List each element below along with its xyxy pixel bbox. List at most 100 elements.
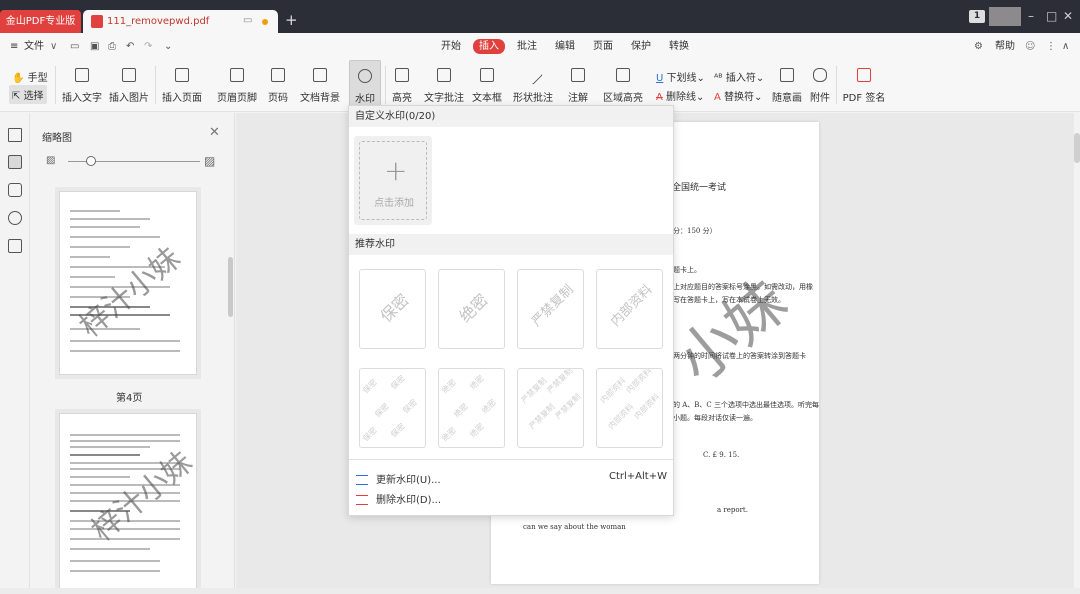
- insert-page-button[interactable]: 插入页面: [160, 60, 204, 108]
- preset-no-copy[interactable]: 严禁复制: [517, 269, 584, 349]
- new-tab-button[interactable]: +: [285, 10, 298, 31]
- strikethrough-button[interactable]: A 删除线⌄: [656, 88, 704, 103]
- customize-icon[interactable]: ⌄: [164, 33, 172, 60]
- hand-tool[interactable]: ✋ 手型: [12, 69, 48, 84]
- area-highlight-button[interactable]: 区域高亮: [600, 60, 646, 108]
- more-icon[interactable]: ⋮: [1046, 33, 1056, 60]
- comment-icon[interactable]: [8, 183, 22, 197]
- preset-top-secret[interactable]: 绝密: [438, 269, 505, 349]
- bookmark-icon[interactable]: [8, 128, 22, 142]
- save-icon[interactable]: ▣: [90, 33, 99, 60]
- signature-panel-icon[interactable]: [8, 239, 22, 253]
- insert-caret-button[interactable]: ᴬᴮ 插入符⌄: [714, 69, 764, 84]
- tile-text: 内部资料: [624, 368, 654, 395]
- insert-text-button[interactable]: 插入文字: [61, 60, 103, 108]
- document-tab[interactable]: 111_removepwd.pdf ▭: [83, 10, 278, 33]
- attachment-panel-icon[interactable]: [8, 211, 22, 225]
- help-menu[interactable]: 帮助: [995, 33, 1015, 60]
- page-thumbnail[interactable]: 梓汁小妹: [59, 413, 199, 593]
- maximize-icon[interactable]: □: [1046, 9, 1057, 23]
- preset-text: 严禁复制: [529, 282, 577, 330]
- document-tab-title: 111_removepwd.pdf: [107, 16, 210, 27]
- avatar[interactable]: [989, 7, 1021, 26]
- select-tool[interactable]: ⇱ 选择: [9, 85, 47, 104]
- underline-icon: U: [656, 73, 664, 84]
- strikethrough-label: 删除线: [666, 92, 697, 103]
- tile-text: 保密: [361, 377, 379, 396]
- shape-comment-button[interactable]: 形状批注: [510, 60, 556, 108]
- tile-text: 保密: [389, 373, 407, 392]
- pdf-file-icon: [91, 15, 103, 28]
- note-button[interactable]: 注解: [564, 60, 592, 108]
- doc-background-button[interactable]: 文档背景: [295, 60, 345, 108]
- preset-confidential-tiled[interactable]: 保密 保密 保密 保密 保密 保密: [359, 368, 426, 448]
- scroll-handle[interactable]: [1074, 133, 1080, 163]
- header-footer-icon: [230, 68, 244, 82]
- thumbnail-icon[interactable]: [8, 155, 22, 169]
- update-watermark-item[interactable]: 更新水印(U)...: [356, 471, 441, 486]
- tile-text: 保密: [401, 397, 419, 416]
- paperclip-icon: [813, 68, 827, 82]
- doc-line: can we say about the woman: [523, 523, 626, 531]
- tile-text: 严禁复制: [545, 368, 575, 395]
- text-comment-button[interactable]: 文字批注: [424, 60, 464, 108]
- minimize-icon[interactable]: –: [1028, 9, 1034, 23]
- area-highlight-label: 区域高亮: [603, 93, 643, 104]
- redo-icon[interactable]: ↷: [144, 33, 152, 60]
- collapse-ribbon-icon[interactable]: ∧: [1062, 33, 1069, 60]
- tab-page[interactable]: 页面: [593, 40, 613, 54]
- tile-text: 绝密: [468, 421, 486, 440]
- attachment-button[interactable]: 附件: [808, 60, 832, 108]
- app-brand-tab[interactable]: 金山PDF专业版: [0, 10, 81, 33]
- chevron-down-icon[interactable]: ∨: [50, 33, 57, 60]
- watermark-label: 水印: [355, 94, 375, 105]
- thumbnail-scrollbar[interactable]: [228, 257, 233, 317]
- close-icon[interactable]: ✕: [1063, 9, 1073, 23]
- page-number-button[interactable]: 页码: [265, 60, 291, 108]
- preset-internal-tiled[interactable]: 内部资料 内部资料 内部资料 内部资料: [596, 368, 663, 448]
- window-count-badge[interactable]: 1: [969, 10, 985, 23]
- preset-internal[interactable]: 内部资料: [596, 269, 663, 349]
- tab-start[interactable]: 开始: [441, 40, 461, 54]
- open-folder-icon[interactable]: ▭: [70, 33, 79, 60]
- textbox-button[interactable]: 文本框: [471, 60, 503, 108]
- insert-page-label: 插入页面: [162, 93, 202, 104]
- close-icon[interactable]: ✕: [209, 125, 220, 140]
- header-footer-button[interactable]: 页眉页脚: [212, 60, 262, 108]
- note-label: 注解: [568, 93, 588, 104]
- add-watermark-card[interactable]: + 点击添加: [354, 136, 432, 225]
- tab-edit[interactable]: 编辑: [555, 40, 575, 54]
- tab-protect[interactable]: 保护: [631, 40, 651, 54]
- watermark-button[interactable]: 水印: [349, 60, 381, 108]
- monitor-icon[interactable]: ▭: [243, 15, 252, 26]
- replace-button[interactable]: A 替换符⌄: [714, 88, 762, 103]
- preset-confidential[interactable]: 保密: [359, 269, 426, 349]
- pdf-sign-button[interactable]: PDF 签名: [840, 60, 888, 108]
- slider-handle[interactable]: [86, 156, 96, 166]
- note-icon: [571, 68, 585, 82]
- settings-gear-icon[interactable]: ⚙: [974, 33, 983, 60]
- delete-watermark-item[interactable]: 删除水印(D)...: [356, 491, 441, 506]
- preset-no-copy-tiled[interactable]: 严禁复制 严禁复制 严禁复制 严禁复制: [517, 368, 584, 448]
- undo-icon[interactable]: ↶: [126, 33, 134, 60]
- small-image-icon[interactable]: ▨: [46, 155, 55, 166]
- page-thumbnail[interactable]: 梓汁小妹: [59, 191, 197, 375]
- large-image-icon[interactable]: ▨: [204, 154, 215, 168]
- print-icon[interactable]: ⎙: [108, 33, 116, 60]
- tab-insert[interactable]: 插入: [473, 39, 505, 54]
- image-icon: [122, 68, 136, 82]
- document-scrollbar[interactable]: [1074, 113, 1080, 594]
- doc-line: C. £ 9. 15.: [703, 451, 740, 459]
- file-menu[interactable]: 文件: [24, 33, 44, 60]
- tab-annotate[interactable]: 批注: [517, 40, 537, 54]
- highlight-button[interactable]: 高亮: [389, 60, 415, 108]
- freehand-button[interactable]: 随意画: [771, 60, 803, 108]
- preset-top-secret-tiled[interactable]: 绝密 绝密 绝密 绝密 绝密 绝密: [438, 368, 505, 448]
- doc-line: 题卡上。: [673, 266, 701, 274]
- tile-text: 保密: [373, 401, 391, 420]
- feedback-icon[interactable]: ☺: [1025, 33, 1035, 60]
- insert-image-button[interactable]: 插入图片: [108, 60, 150, 108]
- hamburger-icon[interactable]: ≡: [10, 33, 18, 60]
- tab-convert[interactable]: 转换: [669, 40, 689, 54]
- underline-button[interactable]: U 下划线⌄: [656, 69, 705, 84]
